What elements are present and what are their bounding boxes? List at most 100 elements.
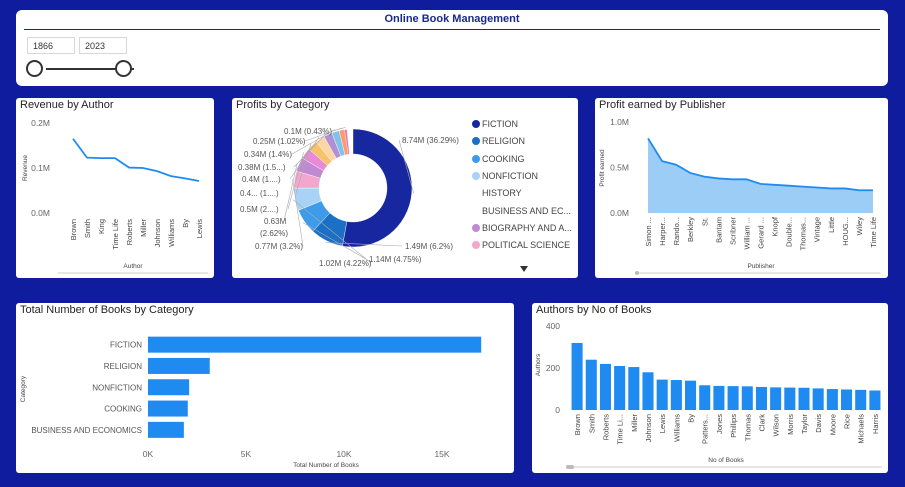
- app-title: Online Book Management: [384, 13, 520, 25]
- data-label: 0.4... (1....): [240, 189, 279, 198]
- x-tick-label: Clark: [757, 414, 766, 432]
- x-axis-label: Author: [123, 263, 143, 270]
- year-to-input[interactable]: 2023: [79, 37, 127, 54]
- y-tick-label: 0.1M: [31, 163, 50, 173]
- legend-dot-icon: [472, 207, 480, 215]
- x-tick-label: Time Li...: [616, 414, 625, 445]
- y-tick-label: RELIGION: [104, 362, 142, 371]
- x-tick-label: Harris: [871, 414, 880, 434]
- bar: [713, 385, 725, 410]
- y-tick-label: 200: [546, 363, 560, 373]
- legend-dot-icon: [472, 223, 480, 232]
- x-tick-label: Rando...: [672, 217, 681, 245]
- x-tick-label: 15K: [434, 449, 449, 459]
- data-label: (2.62%): [260, 229, 288, 238]
- legend-item[interactable]: HISTORY: [472, 188, 522, 200]
- x-tick-label: HOUG...: [841, 217, 850, 246]
- data-label: 8.74M (36.29%): [402, 136, 459, 145]
- pie-slice: [342, 128, 413, 248]
- legend-label: BIOGRAPHY AND A...: [482, 222, 572, 233]
- x-tick-label: King: [97, 219, 106, 234]
- x-tick-label: Thomas: [743, 414, 752, 441]
- legend-item[interactable]: BIOGRAPHY AND A...: [472, 223, 572, 235]
- x-tick-label: 0K: [143, 449, 154, 459]
- y-tick-label: BUSINESS AND ECONOMICS: [31, 426, 142, 435]
- bar: [599, 363, 611, 410]
- x-tick-label: Time Life: [111, 219, 120, 250]
- bar: [770, 387, 782, 410]
- legend-item[interactable]: BUSINESS AND EC...: [472, 206, 571, 218]
- scrollbar-track: [566, 466, 882, 468]
- x-axis-label: Publisher: [747, 263, 775, 270]
- legend-label: POLITICAL SCIENCE: [482, 240, 571, 251]
- legend-label: NONFICTION: [482, 170, 538, 181]
- legend-label: RELIGION: [482, 136, 526, 147]
- x-tick-label: Brown: [573, 414, 582, 435]
- x-tick-label: Davis: [814, 414, 823, 433]
- x-tick-label: Morris: [786, 414, 795, 435]
- bar: [826, 389, 838, 410]
- bar: [670, 380, 682, 410]
- data-label: 0.77M (3.2%): [255, 242, 303, 251]
- data-label: 0.38M (1.5...): [238, 163, 286, 172]
- title-divider: [24, 29, 880, 30]
- y-tick-label: 0.2M: [31, 118, 50, 128]
- year-from-input[interactable]: 1866: [27, 37, 75, 54]
- x-tick-label: Harper...: [658, 217, 667, 246]
- revenue-line: [72, 138, 200, 182]
- x-axis-label: No of Books: [708, 457, 744, 464]
- x-tick-label: Williams: [167, 219, 176, 247]
- bar: [812, 388, 824, 410]
- bar: [148, 421, 184, 438]
- legend-label: FICTION: [482, 119, 518, 129]
- x-tick-label: By: [181, 219, 190, 228]
- y-tick-label: 0.0M: [31, 208, 50, 218]
- books-by-category-card: Total Number of Books by Category FICTIO…: [16, 303, 514, 473]
- y-axis-label: Authors: [535, 353, 542, 376]
- legend-item[interactable]: RELIGION: [472, 136, 525, 148]
- bar: [571, 342, 583, 410]
- legend-label: HISTORY: [482, 188, 522, 199]
- data-label: 0.5M (2....): [240, 205, 279, 214]
- bar: [148, 400, 188, 417]
- legend-item[interactable]: COOKING: [472, 154, 525, 166]
- legend-item[interactable]: FICTION: [472, 119, 518, 131]
- x-tick-label: Brown: [69, 219, 78, 240]
- year-slider-end-handle[interactable]: [115, 60, 132, 77]
- bar: [656, 379, 668, 410]
- x-tick-label: Vintage: [813, 217, 822, 242]
- x-tick-label: Jones: [715, 414, 724, 434]
- legend-dot-icon: [472, 120, 480, 128]
- triangle-down-icon[interactable]: [519, 265, 529, 273]
- x-tick-label: Taylor: [800, 414, 809, 435]
- authors-bar-chart: 0 200 400 Authors Brown Smith Roberts Time Li..…: [535, 321, 882, 469]
- scrollbar-track: [635, 272, 880, 274]
- x-tick-label: Scribner: [728, 217, 737, 245]
- legend-item[interactable]: NONFICTION: [472, 171, 538, 183]
- publisher-area: [648, 138, 873, 213]
- x-tick-label: Smith: [83, 219, 92, 238]
- x-tick-label: Miller: [630, 414, 639, 432]
- bar: [628, 367, 640, 410]
- year-slider-start-handle[interactable]: [26, 60, 43, 77]
- legend-item[interactable]: POLITICAL SCIENCE: [472, 240, 570, 252]
- y-axis-label: Profit earned: [599, 149, 606, 187]
- bar: [869, 390, 881, 410]
- bar: [642, 372, 654, 410]
- y-tick-label: 0: [555, 405, 560, 415]
- y-tick-label: 1.0M: [610, 117, 629, 127]
- data-label: 0.34M (1.4%): [244, 150, 292, 159]
- x-tick-label: St.: [700, 217, 709, 226]
- data-label: 0.1M (0.43%): [284, 127, 332, 136]
- x-tick-label: 10K: [336, 449, 351, 459]
- y-tick-label: 400: [546, 321, 560, 331]
- x-tick-label: Patters...: [701, 414, 710, 444]
- legend-dot-icon: [472, 171, 480, 180]
- data-label: 0.4M (1....): [242, 175, 281, 184]
- legend-dot-icon: [472, 154, 480, 163]
- revenue-line-chart: 0.0M 0.1M 0.2M Revenue Brown Smith King Time Li…: [22, 118, 208, 274]
- x-tick-label: William ...: [742, 217, 751, 250]
- x-axis-label: Total Number of Books: [293, 462, 360, 469]
- x-tick-label: Miller: [139, 219, 148, 237]
- bar: [148, 336, 482, 353]
